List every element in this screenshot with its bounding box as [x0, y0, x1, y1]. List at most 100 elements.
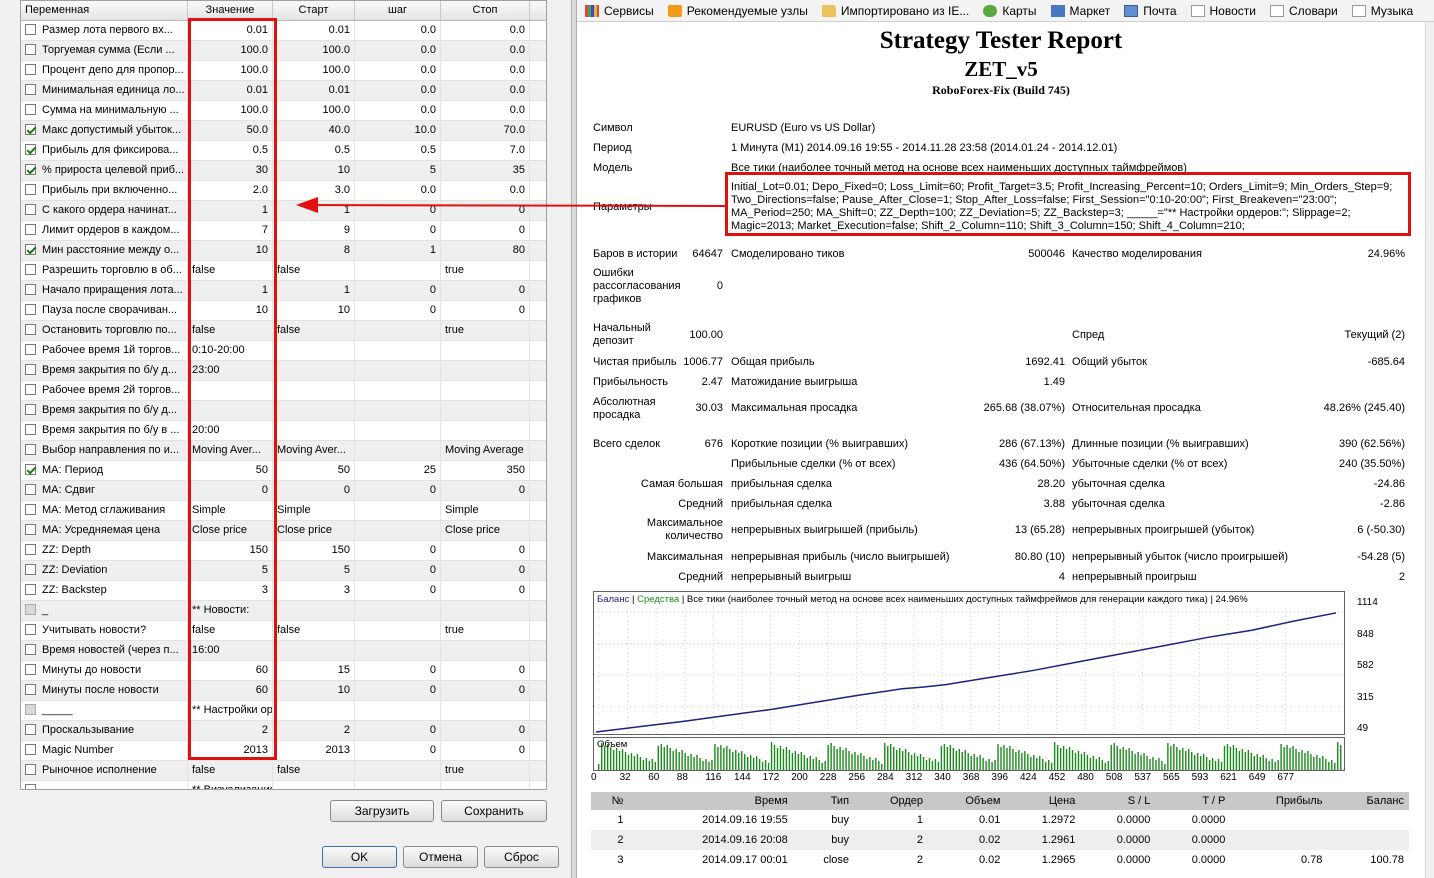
parameter-name-cell[interactable]: [21, 781, 188, 789]
stop-cell[interactable]: 0: [441, 481, 530, 500]
step-cell[interactable]: 10.0: [355, 121, 441, 140]
step-cell[interactable]: 0: [355, 661, 441, 680]
value-cell[interactable]: 20:00: [188, 421, 273, 440]
parameter-row[interactable]: Время закрытия по б/у д...: [21, 401, 546, 421]
optimize-checkbox[interactable]: [25, 584, 36, 595]
stop-cell[interactable]: [441, 341, 530, 360]
step-cell[interactable]: [355, 401, 441, 420]
optimize-checkbox[interactable]: [25, 504, 36, 515]
start-cell[interactable]: false: [273, 621, 355, 640]
parameter-name-cell[interactable]: Рабочее время 1й торгов...: [21, 341, 188, 360]
step-cell[interactable]: [355, 621, 441, 640]
stop-cell[interactable]: [441, 381, 530, 400]
optimize-checkbox[interactable]: [25, 44, 36, 55]
parameter-row[interactable]: Размер лота первого вх... 0.01 0.01 0.0 0.0: [21, 21, 546, 41]
parameter-row[interactable]: Рабочее время 1й торгов... 0:10-20:00: [21, 341, 546, 361]
start-cell[interactable]: 0: [273, 481, 355, 500]
optimize-checkbox[interactable]: [25, 524, 36, 535]
col-stop-header[interactable]: Стоп: [441, 1, 530, 20]
parameter-name-cell[interactable]: Пауза после сворачиван...: [21, 301, 188, 320]
optimize-checkbox[interactable]: [25, 184, 36, 195]
step-cell[interactable]: [355, 381, 441, 400]
step-cell[interactable]: 0.0: [355, 81, 441, 100]
col-value-header[interactable]: Значение: [188, 1, 273, 20]
optimize-checkbox[interactable]: [25, 284, 36, 295]
parameter-row[interactable]: MA: Метод сглаживания Simple Simple Simple: [21, 501, 546, 521]
start-cell[interactable]: 100.0: [273, 61, 355, 80]
optimize-checkbox[interactable]: [25, 164, 36, 175]
stop-cell[interactable]: 80: [441, 241, 530, 260]
value-cell[interactable]: 23:00: [188, 361, 273, 380]
stop-cell[interactable]: 0: [441, 301, 530, 320]
step-cell[interactable]: [355, 601, 441, 620]
bookmark-item[interactable]: Карты: [983, 4, 1037, 18]
stop-cell[interactable]: 0.0: [441, 101, 530, 120]
start-cell[interactable]: 15: [273, 661, 355, 680]
start-cell[interactable]: false: [273, 761, 355, 780]
parameter-row[interactable]: Минимальная единица ло... 0.01 0.01 0.0 0.0: [21, 81, 546, 101]
value-cell[interactable]: 60: [188, 661, 273, 680]
optimize-checkbox[interactable]: [25, 444, 36, 455]
parameter-row[interactable]: Учитывать новости? false false true: [21, 621, 546, 641]
stop-cell[interactable]: true: [441, 261, 530, 280]
step-cell[interactable]: [355, 501, 441, 520]
parameter-row[interactable]: Пауза после сворачиван... 10 10 0 0: [21, 301, 546, 321]
start-cell[interactable]: 50: [273, 461, 355, 480]
parameter-row[interactable]: ZZ: Depth 150 150 0 0: [21, 541, 546, 561]
parameter-row[interactable]: _ ** Новости:: [21, 601, 546, 621]
step-cell[interactable]: 0.0: [355, 21, 441, 40]
start-cell[interactable]: 100.0: [273, 101, 355, 120]
step-cell[interactable]: [355, 701, 441, 720]
optimize-checkbox[interactable]: [25, 64, 36, 75]
start-cell[interactable]: 0.01: [273, 81, 355, 100]
parameter-name-cell[interactable]: Начало приращения лота...: [21, 281, 188, 300]
optimize-checkbox[interactable]: [25, 564, 36, 575]
stop-cell[interactable]: [441, 781, 530, 789]
step-cell[interactable]: 0: [355, 281, 441, 300]
value-cell[interactable]: 1: [188, 281, 273, 300]
start-cell[interactable]: 10: [273, 161, 355, 180]
value-cell[interactable]: false: [188, 621, 273, 640]
stop-cell[interactable]: [441, 421, 530, 440]
parameter-row[interactable]: Проскальзывание 2 2 0 0: [21, 721, 546, 741]
parameter-name-cell[interactable]: Учитывать новости?: [21, 621, 188, 640]
value-cell[interactable]: 3: [188, 581, 273, 600]
bookmark-item[interactable]: Словари: [1269, 4, 1338, 18]
save-button[interactable]: Сохранить: [441, 800, 547, 822]
step-cell[interactable]: 0.5: [355, 141, 441, 160]
parameter-name-cell[interactable]: Рыночное исполнение: [21, 761, 188, 780]
stop-cell[interactable]: 0.0: [441, 81, 530, 100]
start-cell[interactable]: [273, 361, 355, 380]
value-cell[interactable]: 100.0: [188, 61, 273, 80]
parameter-name-cell[interactable]: Выбор направления по и...: [21, 441, 188, 460]
optimize-checkbox[interactable]: [25, 484, 36, 495]
optimize-checkbox[interactable]: [25, 364, 36, 375]
parameter-row[interactable]: Разрешить торговлю в об... false false true: [21, 261, 546, 281]
parameter-name-cell[interactable]: Размер лота первого вх...: [21, 21, 188, 40]
start-cell[interactable]: false: [273, 261, 355, 280]
start-cell[interactable]: [273, 401, 355, 420]
optimize-checkbox[interactable]: [25, 404, 36, 415]
start-cell[interactable]: 100.0: [273, 41, 355, 60]
parameter-name-cell[interactable]: MA: Период: [21, 461, 188, 480]
start-cell[interactable]: [273, 701, 355, 720]
start-cell[interactable]: 2013: [273, 741, 355, 760]
parameter-name-cell[interactable]: Время закрытия по б/у в ...: [21, 421, 188, 440]
parameter-row[interactable]: ** Визуализация:: [21, 781, 546, 789]
stop-cell[interactable]: true: [441, 761, 530, 780]
start-cell[interactable]: 150: [273, 541, 355, 560]
parameter-name-cell[interactable]: Прибыль для фиксирова...: [21, 141, 188, 160]
stop-cell[interactable]: 35: [441, 161, 530, 180]
parameter-name-cell[interactable]: Проскальзывание: [21, 721, 188, 740]
value-cell[interactable]: 0: [188, 481, 273, 500]
parameter-row[interactable]: % прироста целевой приб... 30 10 5 35: [21, 161, 546, 181]
parameter-name-cell[interactable]: Рабочее время 2й торгов...: [21, 381, 188, 400]
stop-cell[interactable]: [441, 601, 530, 620]
stop-cell[interactable]: 0: [441, 221, 530, 240]
step-cell[interactable]: 0: [355, 301, 441, 320]
parameter-name-cell[interactable]: Макс допустимый убыток...: [21, 121, 188, 140]
start-cell[interactable]: 0.5: [273, 141, 355, 160]
step-cell[interactable]: [355, 421, 441, 440]
stop-cell[interactable]: 70.0: [441, 121, 530, 140]
optimize-checkbox[interactable]: [25, 664, 36, 675]
